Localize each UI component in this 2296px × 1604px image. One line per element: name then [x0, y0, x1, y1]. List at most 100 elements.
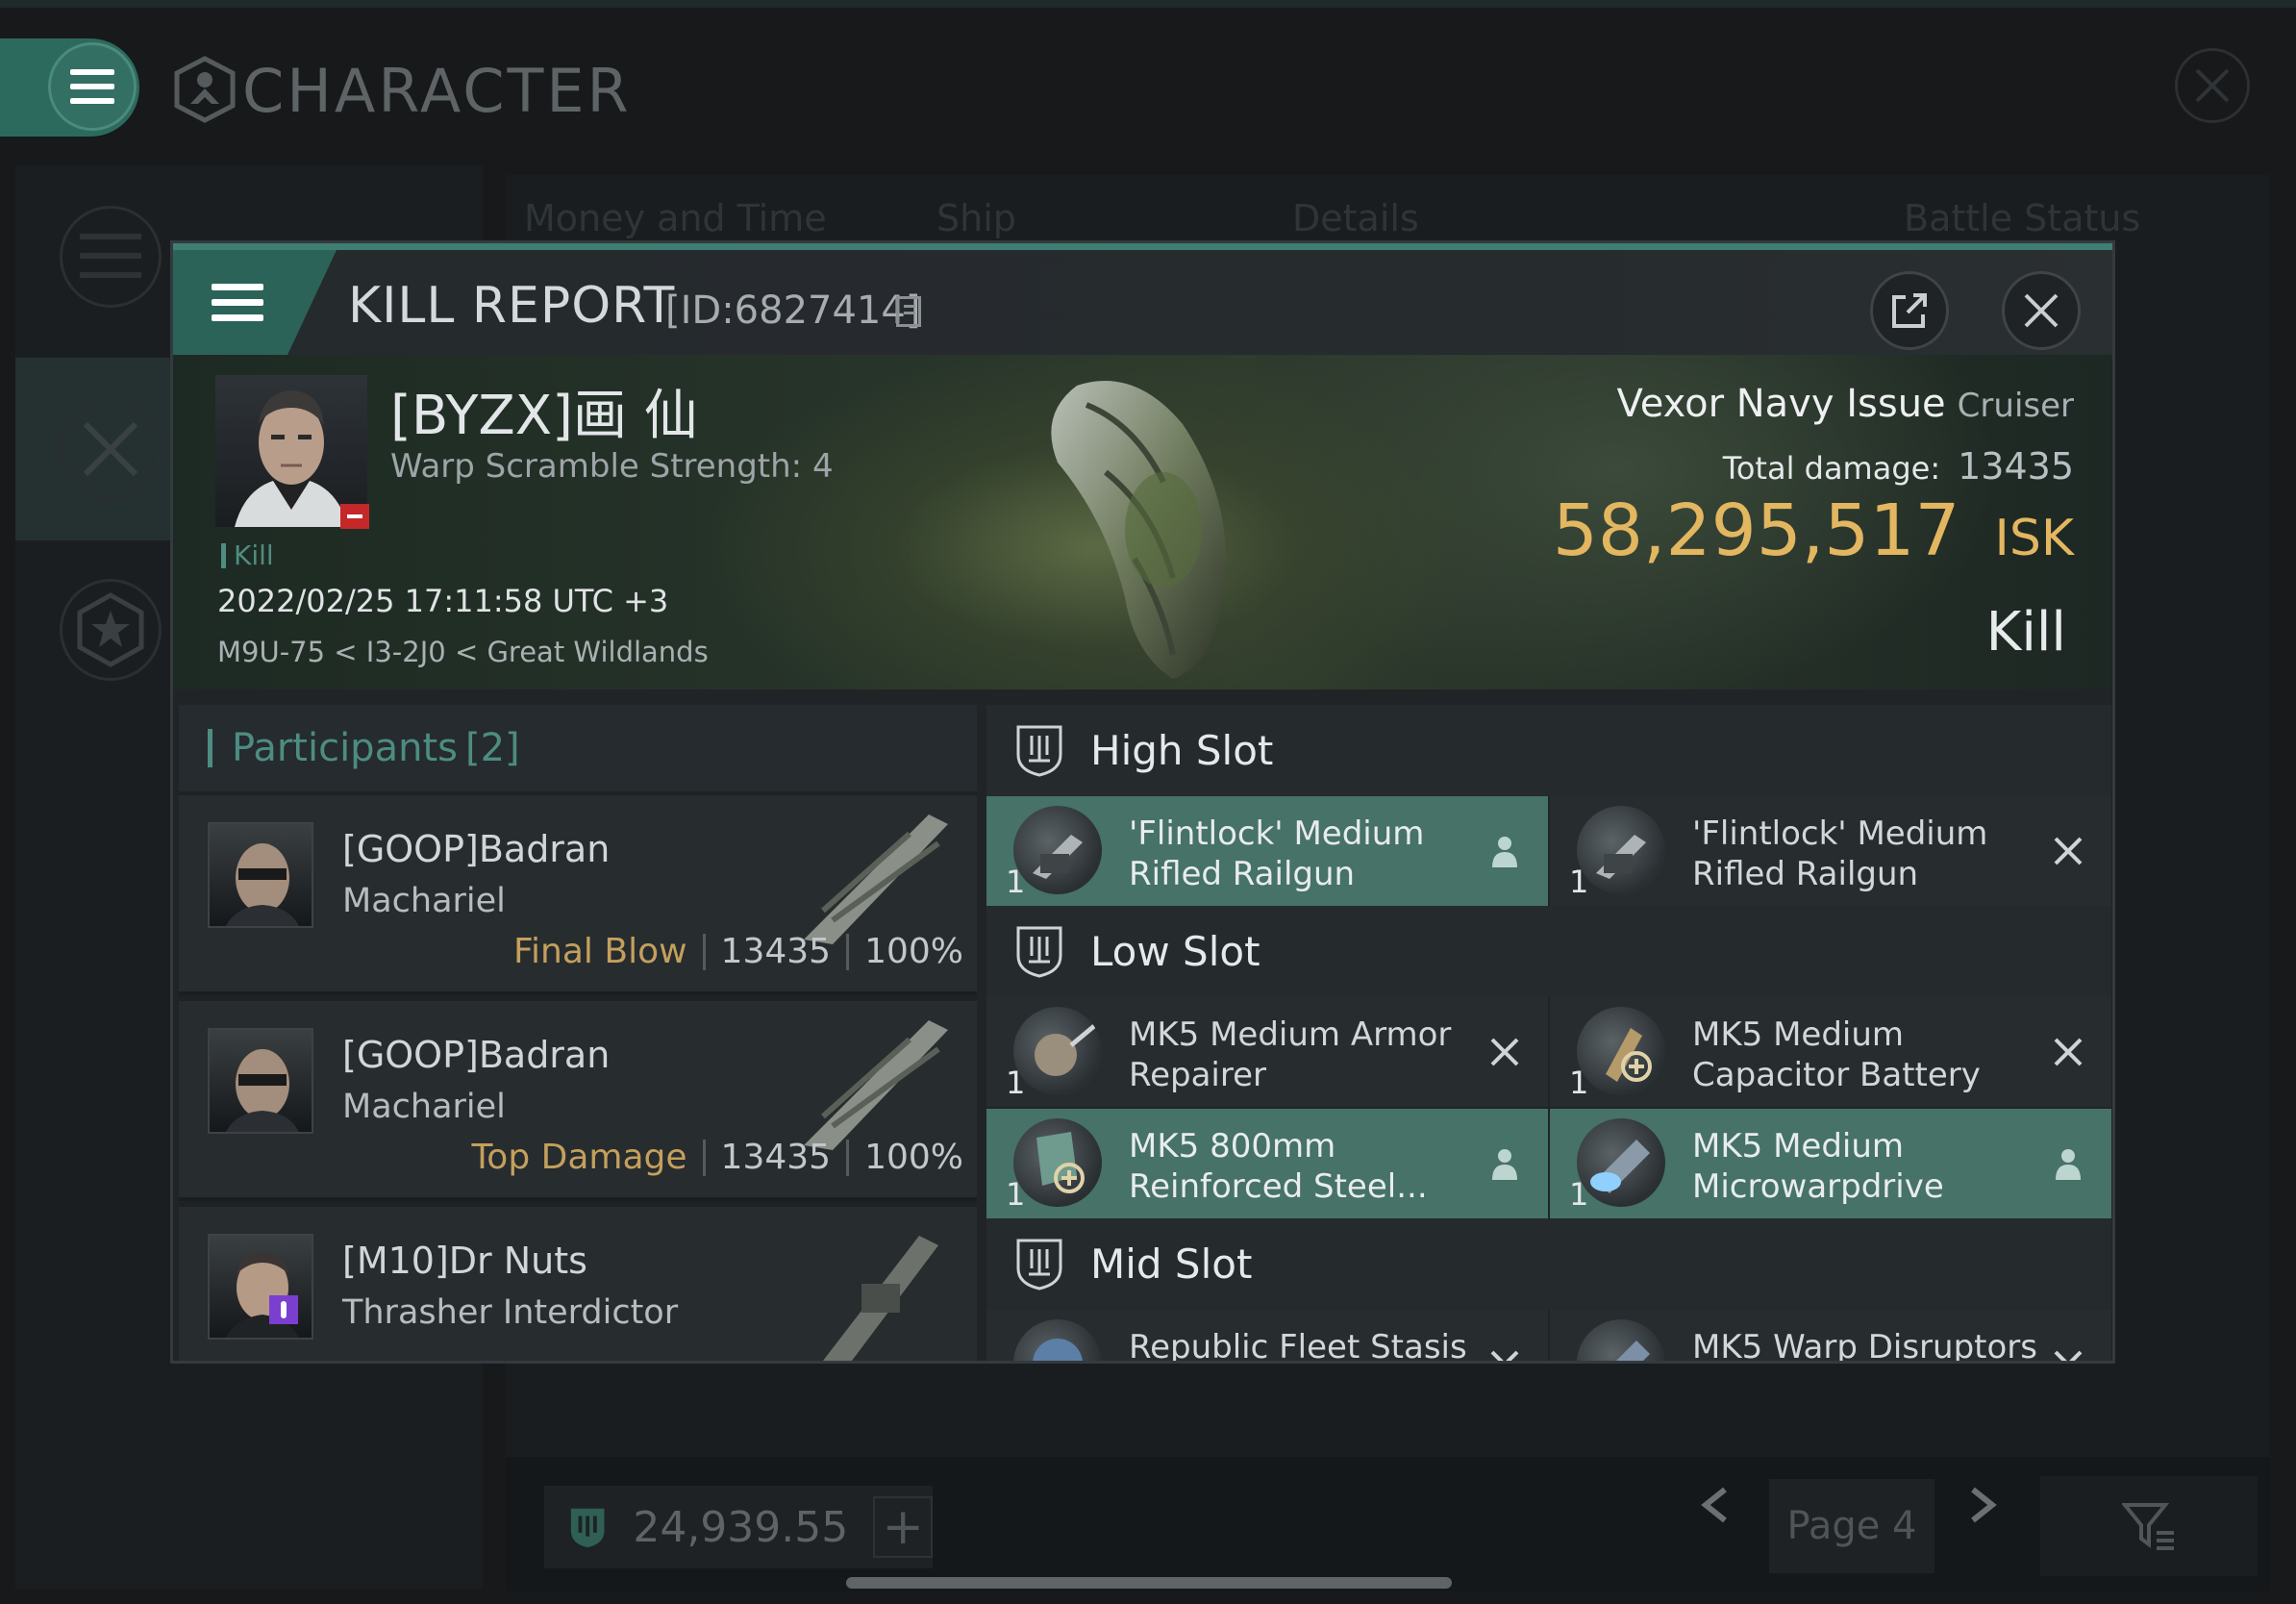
main-menu-button[interactable] — [0, 38, 139, 137]
module-item[interactable]: 1 'Flintlock' Medium Rifled Railgun — [986, 796, 1548, 906]
module-item[interactable]: 1 MK5 Medium Capacitor Battery — [1550, 997, 2111, 1107]
next-page-button[interactable] — [1967, 1486, 2000, 1534]
character-icon — [174, 56, 236, 123]
participant-name: [GOOP]Badran — [342, 1034, 611, 1076]
armor-plate-icon — [1013, 1118, 1102, 1207]
ship-name[interactable]: Vexor Navy Issue — [1617, 382, 1946, 426]
module-item[interactable]: 1 'Flintlock' Medium Rifled Railgun — [1550, 796, 2111, 906]
dialog-header: KILL REPORT [ID:6827414] — [173, 243, 2112, 355]
window-close-button[interactable] — [2175, 48, 2250, 123]
warp-scramble-strength: Warp Scramble Strength: 4 — [390, 447, 834, 486]
hamburger-icon — [212, 284, 263, 321]
module-item[interactable]: Republic Fleet Stasis — [986, 1310, 1548, 1364]
isk-unit: ISK — [1994, 510, 2074, 567]
stasis-webifier-icon — [1013, 1319, 1102, 1361]
hamburger-icon — [70, 69, 114, 104]
destroyed-x-icon — [2054, 1038, 2083, 1066]
star-badge-icon — [77, 592, 144, 667]
module-item[interactable]: MK5 Warp Disruptors — [1550, 1310, 2111, 1364]
chevron-right-icon — [1971, 1487, 1997, 1523]
dialog-menu-button[interactable] — [173, 250, 337, 355]
participant-row[interactable]: [M10]Dr Nuts Thrasher Interdictor — [179, 1207, 977, 1361]
participant-name: [M10]Dr Nuts — [342, 1240, 587, 1282]
previous-page-button[interactable] — [1698, 1486, 1731, 1534]
module-name: 'Flintlock' Medium Rifled Railgun — [1692, 815, 1988, 893]
tab-battle-status[interactable]: Battle Status — [1904, 197, 2140, 239]
module-item[interactable]: 1 MK5 Medium Microwarpdrive — [1550, 1109, 2111, 1218]
destroyed-x-icon — [1490, 1038, 1519, 1066]
mid-slot-label: Mid Slot — [1090, 1241, 1253, 1288]
total-damage-row: Total damage: 13435 — [1723, 445, 2074, 488]
chevron-left-icon — [1701, 1487, 1727, 1523]
participants-label: Participants — [232, 726, 458, 770]
mid-slot-icon — [1016, 1239, 1062, 1291]
module-name: Republic Fleet Stasis — [1129, 1328, 1467, 1364]
participants-count: [2] — [464, 726, 520, 770]
destroyed-x-icon — [2054, 837, 2083, 865]
kill-datetime: 2022/02/25 17:11:58 UTC +3 — [217, 583, 669, 619]
mid-slot-header: Mid Slot — [986, 1218, 2111, 1310]
module-name: MK5 Medium Armor Repairer — [1129, 1015, 1452, 1094]
window-title: CHARACTER — [242, 56, 632, 126]
warp-disruptor-icon — [1577, 1319, 1665, 1361]
victim-banner: [BYZX]画 仙 Warp Scramble Strength: 4 Kill… — [173, 355, 2112, 689]
high-slot-label: High Slot — [1090, 727, 1274, 774]
participant-ship-image — [804, 1020, 948, 1150]
pilot-portrait-image — [225, 1049, 300, 1132]
dropped-person-icon — [2056, 1149, 2081, 1180]
module-quantity: 1 — [1006, 1065, 1026, 1101]
share-button[interactable] — [1870, 271, 1949, 350]
scroll-handle[interactable] — [846, 1577, 1452, 1589]
page-indicator: Page 4 — [1769, 1479, 1934, 1573]
participant-ship-image — [804, 815, 948, 944]
participant-row[interactable]: [GOOP]Badran Machariel Final Blow 13435 … — [179, 795, 977, 995]
kill-id: [ID:6827414] — [665, 288, 921, 333]
railgun-icon — [1013, 806, 1102, 894]
module-quantity: 1 — [1569, 1176, 1589, 1213]
add-funds-button[interactable]: + — [873, 1496, 933, 1558]
module-name: MK5 Medium Capacitor Battery — [1692, 1015, 1981, 1094]
tab-details[interactable]: Details — [1292, 197, 1419, 239]
victim-name[interactable]: [BYZX]画 仙 — [390, 372, 698, 450]
participant-ship-image — [823, 1236, 938, 1361]
module-quantity: 1 — [1006, 864, 1026, 900]
low-slot-header: Low Slot — [986, 906, 2111, 997]
participants-header: Participants [2] — [179, 705, 977, 791]
participant-stats: Final Blow 13435 100% — [513, 932, 963, 971]
module-quantity: 1 — [1569, 864, 1589, 900]
module-name: MK5 Warp Disruptors — [1692, 1328, 2037, 1364]
victim-ship-image — [1051, 381, 1226, 679]
kill-location[interactable]: M9U-75 < I3-2J0 < Great Wildlands — [217, 636, 709, 668]
participant-portrait — [208, 1028, 313, 1134]
kill-report-dialog: KILL REPORT [ID:6827414] [BYZX]画 仙 Warp … — [170, 240, 2115, 1364]
copy-id-icon[interactable] — [896, 296, 921, 327]
participant-row[interactable]: [GOOP]Badran Machariel Top Damage 13435 … — [179, 1001, 977, 1201]
module-name: 'Flintlock' Medium Rifled Railgun — [1129, 815, 1425, 893]
participants-panel: Participants [2] [GOOP]Badran Machariel … — [179, 705, 977, 1361]
kill-result: Kill — [1985, 601, 2066, 664]
tab-money-and-time[interactable]: Money and Time — [524, 197, 827, 239]
participant-percent: 100% — [864, 1138, 963, 1177]
tab-ship[interactable]: Ship — [936, 197, 1016, 239]
wallet-widget: 24,939.55 + — [544, 1486, 933, 1568]
participant-ship: Machariel — [342, 1088, 506, 1126]
participant-role: Top Damage — [471, 1138, 687, 1177]
participant-portrait — [208, 822, 313, 928]
total-damage-label: Total damage: — [1722, 450, 1941, 487]
filter-button[interactable] — [2040, 1476, 2258, 1576]
wallet-amount: 24,939.55 — [633, 1502, 849, 1552]
kill-type-tag: Kill — [221, 539, 274, 571]
dropped-person-icon — [1492, 837, 1517, 867]
dialog-close-button[interactable] — [2002, 271, 2081, 350]
participant-percent: 100% — [864, 932, 963, 971]
participant-damage: 13435 — [720, 1138, 832, 1177]
module-name: MK5 Medium Microwarpdrive — [1692, 1127, 1944, 1206]
module-item[interactable]: 1 MK5 800mm Reinforced Steel... — [986, 1109, 1548, 1218]
high-slot-icon — [1016, 725, 1062, 777]
hostile-status-icon — [340, 504, 369, 529]
high-slot-header: High Slot — [986, 705, 2111, 796]
participant-damage: 13435 — [720, 932, 832, 971]
ship-class: Cruiser — [1957, 387, 2074, 425]
module-item[interactable]: 1 MK5 Medium Armor Repairer — [986, 997, 1548, 1107]
armor-repairer-icon — [1013, 1007, 1102, 1095]
